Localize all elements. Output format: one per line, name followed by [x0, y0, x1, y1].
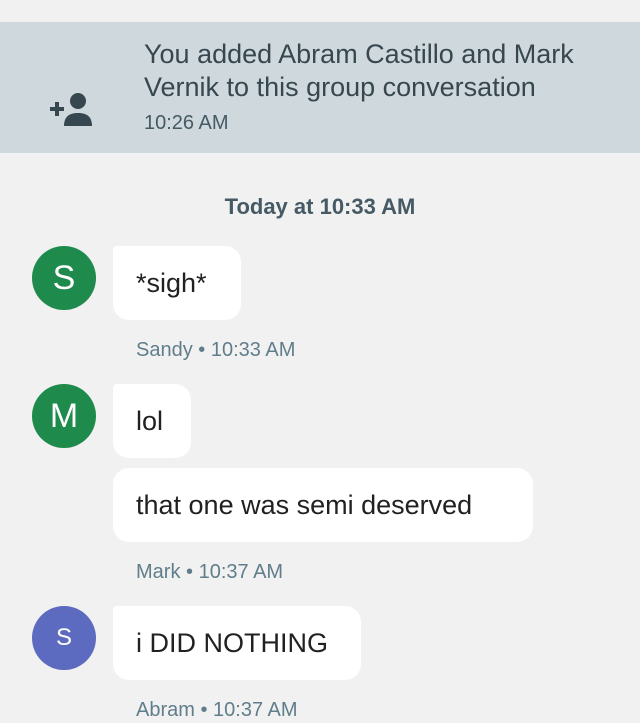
- sender-name: Mark: [136, 561, 181, 583]
- system-event-text: You added Abram Castillo and Mark Vernik…: [144, 39, 574, 102]
- message-time: 10:33 AM: [210, 339, 296, 361]
- message-bubble[interactable]: that one was semi deserved: [113, 468, 533, 542]
- meta-separator: •: [200, 699, 208, 721]
- add-person-icon: [50, 93, 92, 126]
- message-bubble[interactable]: i DID NOTHING: [113, 606, 361, 680]
- message-bubble[interactable]: *sigh*: [113, 246, 241, 320]
- message-meta: Mark • 10:37 AM: [136, 561, 283, 584]
- message-time: 10:37 AM: [198, 561, 284, 583]
- avatar[interactable]: S: [32, 246, 96, 310]
- sender-name: Sandy: [136, 339, 193, 361]
- date-separator: Today at 10:33 AM: [224, 194, 416, 219]
- message-meta: Sandy • 10:33 AM: [136, 339, 295, 362]
- avatar[interactable]: S: [32, 606, 96, 670]
- sender-name: Abram: [136, 699, 195, 721]
- meta-separator: •: [198, 339, 206, 361]
- message-meta: Abram • 10:37 AM: [136, 699, 298, 722]
- message-bubble[interactable]: lol: [113, 384, 191, 458]
- system-event-time: 10:26 AM: [144, 112, 229, 134]
- meta-separator: •: [186, 561, 194, 583]
- avatar[interactable]: M: [32, 384, 96, 448]
- message-time: 10:37 AM: [213, 699, 298, 721]
